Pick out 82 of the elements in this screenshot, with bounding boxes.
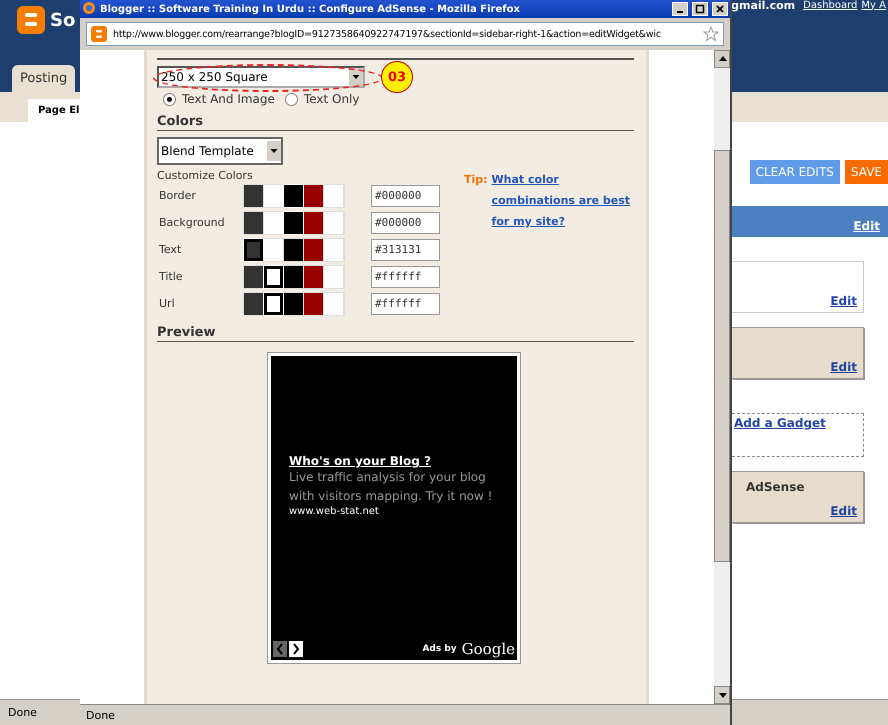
color-swatch[interactable]	[264, 238, 283, 260]
color-label: Text	[159, 243, 182, 256]
edit-link[interactable]: Edit	[830, 504, 857, 518]
tab[interactable]: Posting	[12, 65, 76, 92]
address-field[interactable]: http://www.blogger.com/rearrange?blogID=9127358640922747197&sectionId=sidebar-right-1&action=editWidget&wic	[86, 22, 724, 46]
logo-icon	[16, 5, 46, 35]
add-gadget-link[interactable]: Add a Gadget	[734, 416, 826, 430]
account-email: gmail.com	[731, 0, 796, 12]
window-title: Blogger :: Software Training In Urdu :: Configure AdSense - Mozilla Firefox	[100, 4, 520, 14]
ad-url: www.web-stat.net	[289, 506, 380, 517]
tip-link[interactable]: What color combinations are best for my site?	[492, 169, 634, 232]
ads-by-label: Ads by	[422, 644, 457, 654]
status-text: Done	[8, 706, 37, 719]
annotation-badge: 03	[381, 61, 413, 93]
color-field[interactable]: #ffffff	[371, 292, 440, 314]
tip-label: Tip:	[464, 172, 488, 188]
previous-icon[interactable]	[273, 641, 287, 657]
scrollbar[interactable]	[714, 50, 730, 704]
color-swatch[interactable]	[284, 238, 303, 260]
color-swatch[interactable]	[244, 184, 263, 206]
radio-button[interactable]	[163, 92, 176, 106]
status-text: Done	[86, 708, 115, 722]
close-button[interactable]	[712, 2, 728, 16]
color-swatch[interactable]	[304, 238, 323, 260]
color-swatch[interactable]	[304, 184, 323, 206]
header-link[interactable]: Dashboard	[803, 0, 858, 10]
section-heading: Preview	[157, 325, 634, 342]
color-swatch[interactable]	[264, 292, 283, 314]
color-swatch[interactable]	[284, 212, 303, 234]
radio-label: Text Only	[304, 92, 360, 106]
color-swatch[interactable]	[244, 212, 263, 234]
color-field[interactable]: #000000	[371, 212, 440, 234]
color-swatch[interactable]	[324, 212, 343, 234]
maximize-icon	[695, 4, 705, 14]
scroll-down-icon[interactable]	[714, 686, 730, 704]
color-swatch[interactable]	[304, 212, 323, 234]
edit-link[interactable]: Edit	[830, 294, 857, 308]
color-swatch[interactable]	[284, 292, 303, 314]
edit-link[interactable]: Edit	[830, 360, 857, 374]
ad-description: Live traffic analysis for your blog with visitors mapping. Try it now !	[289, 469, 494, 505]
blogger-icon	[91, 26, 107, 42]
color-field[interactable]: #000000	[371, 184, 440, 206]
color-swatch[interactable]	[284, 266, 303, 288]
radio-button[interactable]	[284, 92, 298, 106]
section-heading: Colors	[157, 114, 634, 131]
color-swatch[interactable]	[284, 184, 303, 206]
color-swatch[interactable]	[264, 184, 283, 206]
color-swatch[interactable]	[264, 266, 283, 288]
palette-dropdown[interactable]: Blend Template	[157, 137, 283, 165]
color-swatch[interactable]	[324, 292, 343, 314]
maximize-button[interactable]	[692, 2, 708, 16]
color-swatch[interactable]	[244, 292, 263, 314]
ad-title-link[interactable]: Who's on your Blog ?	[289, 454, 501, 468]
subheader-tab[interactable]: Page El	[28, 99, 82, 122]
radio-label: Text And Image	[182, 92, 275, 106]
color-label: Title	[159, 270, 184, 283]
ads-brand: Google	[462, 640, 515, 658]
star-icon[interactable]	[703, 26, 719, 42]
color-swatch[interactable]	[324, 184, 343, 206]
gadget-title: AdSense	[746, 480, 804, 494]
color-field[interactable]: #313131	[371, 238, 440, 260]
color-swatch[interactable]	[304, 292, 323, 314]
color-swatch[interactable]	[304, 266, 323, 288]
color-swatch[interactable]	[264, 212, 283, 234]
color-swatch[interactable]	[244, 238, 263, 260]
color-swatch[interactable]	[324, 238, 343, 260]
edit-link[interactable]: Edit	[853, 219, 880, 233]
color-field[interactable]: #ffffff	[371, 266, 440, 288]
minimize-icon	[677, 11, 683, 13]
minimize-button[interactable]	[672, 2, 688, 16]
color-label: Url	[159, 297, 176, 310]
site-title: So	[50, 10, 76, 30]
color-swatch[interactable]	[324, 266, 343, 288]
scroll-up-icon[interactable]	[714, 50, 730, 68]
customize-label: Customize Colors	[157, 169, 254, 182]
header-link[interactable]: My A	[861, 0, 886, 10]
format-dropdown[interactable]: 250 x 250 Square	[157, 66, 365, 88]
color-label: Background	[159, 216, 226, 229]
close-icon	[715, 4, 725, 14]
next-icon[interactable]	[289, 641, 303, 657]
color-swatch[interactable]	[244, 266, 263, 288]
color-label: Border	[159, 189, 197, 202]
